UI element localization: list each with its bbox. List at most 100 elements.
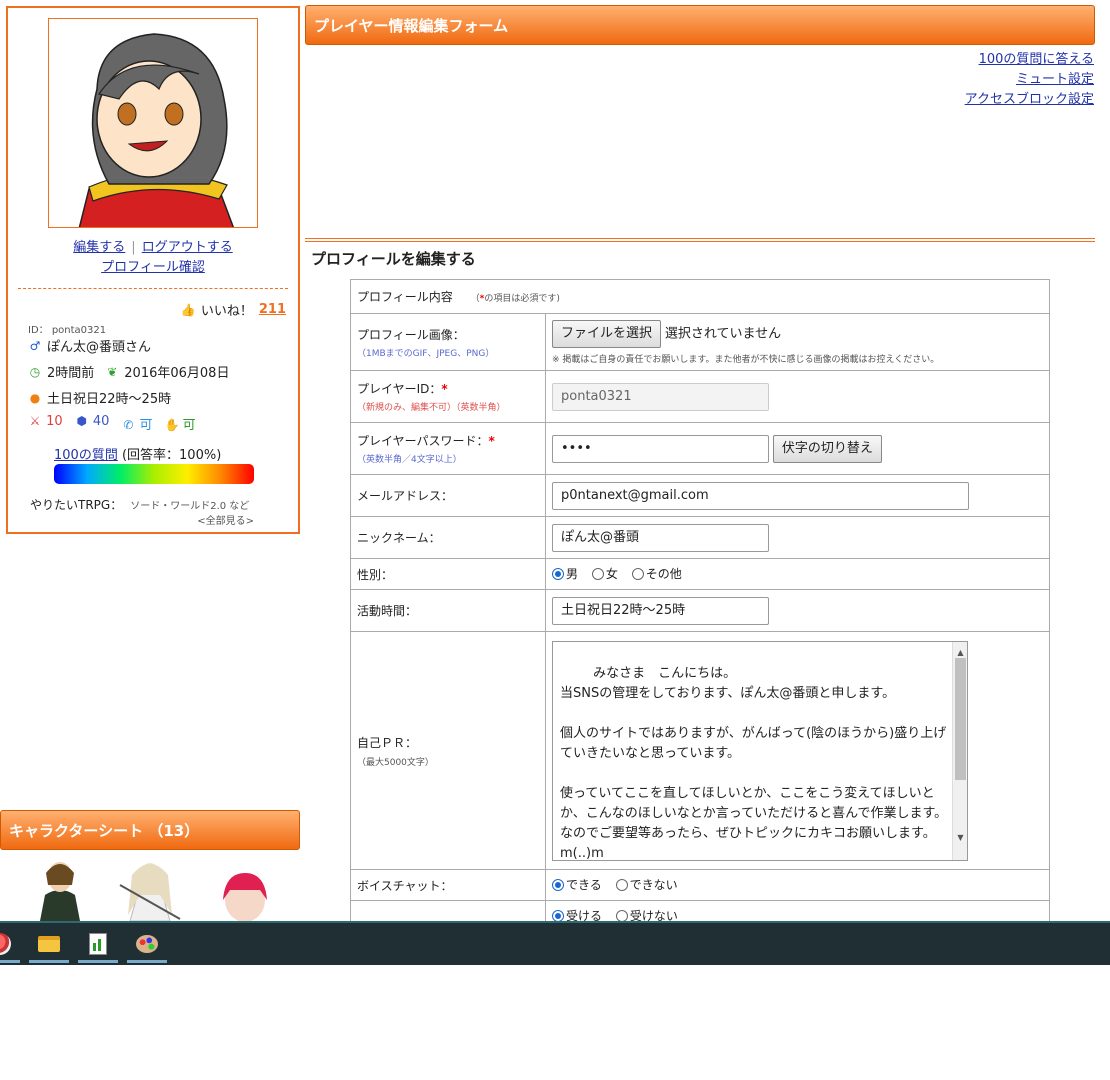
- nickname-text: ぽん太@番頭さん: [47, 340, 152, 355]
- stat-hand: 可: [182, 418, 196, 433]
- nickname-line: ♂ ぽん太@番頭さん: [28, 336, 152, 356]
- pr-label: 自己ＰＲ：: [357, 735, 418, 750]
- voice-icon: ✆: [123, 418, 134, 432]
- mute-settings-link[interactable]: ミュート設定: [1016, 72, 1094, 87]
- answer-100q-link[interactable]: 100の質問に答える: [979, 52, 1094, 67]
- profile-confirm-link[interactable]: プロフィール確認: [101, 260, 205, 275]
- player-id-note: （新規のみ、編集不可）（英数半角）: [357, 403, 506, 413]
- folder-icon: [38, 936, 60, 952]
- radio-dot: [591, 567, 604, 580]
- active-indicator: [0, 960, 20, 963]
- character-thumb[interactable]: [205, 855, 285, 921]
- gender-male-label: 男: [566, 567, 579, 582]
- active-indicator: [78, 960, 118, 963]
- pr-note: （最大5000文字）: [357, 757, 434, 768]
- email-label: メールアドレス：: [350, 474, 546, 517]
- gender-female-label: 女: [605, 567, 618, 582]
- character-sheet-header: キャラクターシート （13）: [0, 810, 300, 850]
- active-indicator: [127, 960, 167, 963]
- q100-link[interactable]: 100の質問: [54, 448, 118, 463]
- link-separator: |: [131, 240, 136, 255]
- pr-label-cell: 自己ＰＲ： （最大5000文字）: [350, 631, 546, 870]
- player-id-input-cell: ponta0321: [545, 370, 1050, 423]
- voice-chat-label: ボイスチャット：: [350, 869, 546, 901]
- required-mark: *: [441, 382, 448, 396]
- active-time-field[interactable]: 土日祝日22時～25時: [552, 596, 769, 625]
- answer-rate-bar: [54, 464, 254, 484]
- stat-sword: 10: [46, 414, 63, 429]
- image-label: プロフィール画像：: [357, 327, 465, 342]
- player-id-label: プレイヤーID：: [357, 382, 442, 396]
- scroll-down-icon[interactable]: ▼: [953, 828, 967, 848]
- active-time-input-cell: 土日祝日22時～25時: [545, 589, 1050, 632]
- see-all-link[interactable]: <全部見る>: [197, 512, 254, 527]
- profile-content-label: プロフィール内容: [357, 290, 453, 304]
- trpg-value: ソード・ワールド2.0 など: [130, 501, 250, 512]
- active-time-line: ● 土日祝日22時～25時: [28, 388, 172, 408]
- trpg-row: やりたいTRPG： ソード・ワールド2.0 など: [30, 496, 249, 513]
- hand-icon: ✋: [164, 418, 180, 432]
- thumbs-up-icon: 👍: [180, 302, 196, 317]
- clock-icon: ◷: [29, 364, 41, 379]
- settings-links: 100の質問に答える ミュート設定 アクセスブロック設定: [965, 50, 1094, 110]
- gender-label: 性別：: [350, 558, 546, 590]
- voice-yes-radio[interactable]: できる: [552, 876, 602, 893]
- file-status: 選択されていません: [664, 326, 782, 341]
- gender-male-radio[interactable]: 男: [552, 565, 578, 582]
- access-block-link[interactable]: アクセスブロック設定: [965, 92, 1094, 107]
- active-indicator: [29, 960, 69, 963]
- like-label: いいね！: [200, 304, 253, 319]
- last-login-text: 2時間前: [47, 366, 95, 381]
- pr-input-cell: みなさま こんにちは。 当SNSの管理をしております、ぽん太@番頭と申します。 …: [545, 631, 1050, 870]
- chart-editor-icon: [89, 933, 107, 955]
- password-label-cell: プレイヤーパスワード：* （英数半角／4文字以上）: [350, 422, 546, 475]
- radio-dot: [631, 567, 644, 580]
- password-field[interactable]: ••••: [552, 434, 769, 463]
- voice-chat-input-cell: できる できない: [545, 869, 1050, 901]
- form-header-cell: プロフィール内容 （*の項目は必須です): [350, 279, 1050, 314]
- q100-rate: (回答率：100%): [117, 448, 222, 463]
- player-id-field: ponta0321: [552, 382, 769, 411]
- divider: [18, 288, 288, 289]
- taskbar-editor[interactable]: [78, 925, 118, 963]
- taskbar-explorer[interactable]: [29, 925, 69, 963]
- avatar-illustration: [49, 19, 257, 227]
- taskbar: [0, 921, 1110, 965]
- gender-female-radio[interactable]: 女: [591, 565, 618, 582]
- toggle-mask-button[interactable]: 伏字の切り替え: [772, 434, 882, 463]
- section-title: プロフィールを編集する: [311, 250, 476, 268]
- textarea-scrollbar[interactable]: ▲ ▼: [952, 641, 967, 860]
- taskbar-paint[interactable]: [127, 925, 167, 963]
- email-field[interactable]: p0ntanext@gmail.com: [552, 481, 969, 510]
- scroll-thumb[interactable]: [955, 657, 966, 780]
- character-thumb[interactable]: [110, 855, 190, 921]
- password-note: （英数半角／4文字以上）: [357, 455, 462, 465]
- sprout-icon: ❦: [107, 364, 118, 379]
- like-row: 👍 いいね！ 211: [181, 300, 286, 319]
- profile-edit-form: プロフィール内容 （*の項目は必須です) プロフィール画像： （1MBまでのGI…: [350, 279, 1050, 932]
- like-count[interactable]: 211: [259, 302, 286, 317]
- edit-link[interactable]: 編集する: [73, 240, 125, 255]
- logout-link[interactable]: ログアウトする: [142, 240, 233, 255]
- flag-icon: [0, 933, 11, 955]
- gender-other-radio[interactable]: その他: [631, 565, 682, 582]
- radio-dot: [552, 567, 564, 580]
- image-note: （1MBまでのGIF、JPEG、PNG）: [357, 348, 495, 359]
- nickname-field[interactable]: ぽん太@番頭: [552, 523, 769, 552]
- pr-textarea[interactable]: みなさま こんにちは。 当SNSの管理をしております、ぽん太@番頭と申します。 …: [552, 640, 968, 861]
- choose-file-button[interactable]: ファイルを選択: [552, 319, 662, 348]
- stat-dice: 40: [92, 414, 110, 429]
- radio-dot: [615, 909, 628, 922]
- active-time-text: 土日祝日22時～25時: [47, 392, 172, 407]
- taskbar-flag-app[interactable]: [0, 925, 20, 963]
- character-thumb[interactable]: [20, 855, 100, 921]
- section-divider: [305, 238, 1095, 242]
- password-input-cell: •••• 伏字の切り替え: [545, 422, 1050, 475]
- active-time-label: 活動時間：: [350, 589, 546, 632]
- required-open: （: [470, 294, 480, 304]
- male-icon: ♂: [29, 338, 41, 353]
- player-id-text: ID： ponta0321: [28, 325, 107, 336]
- voice-no-radio[interactable]: できない: [615, 876, 678, 893]
- voice-yes-label: できる: [566, 878, 602, 893]
- image-input-cell: ファイルを選択 選択されていません ※ 掲載はご自身の責任でお願いします。また他…: [545, 313, 1050, 371]
